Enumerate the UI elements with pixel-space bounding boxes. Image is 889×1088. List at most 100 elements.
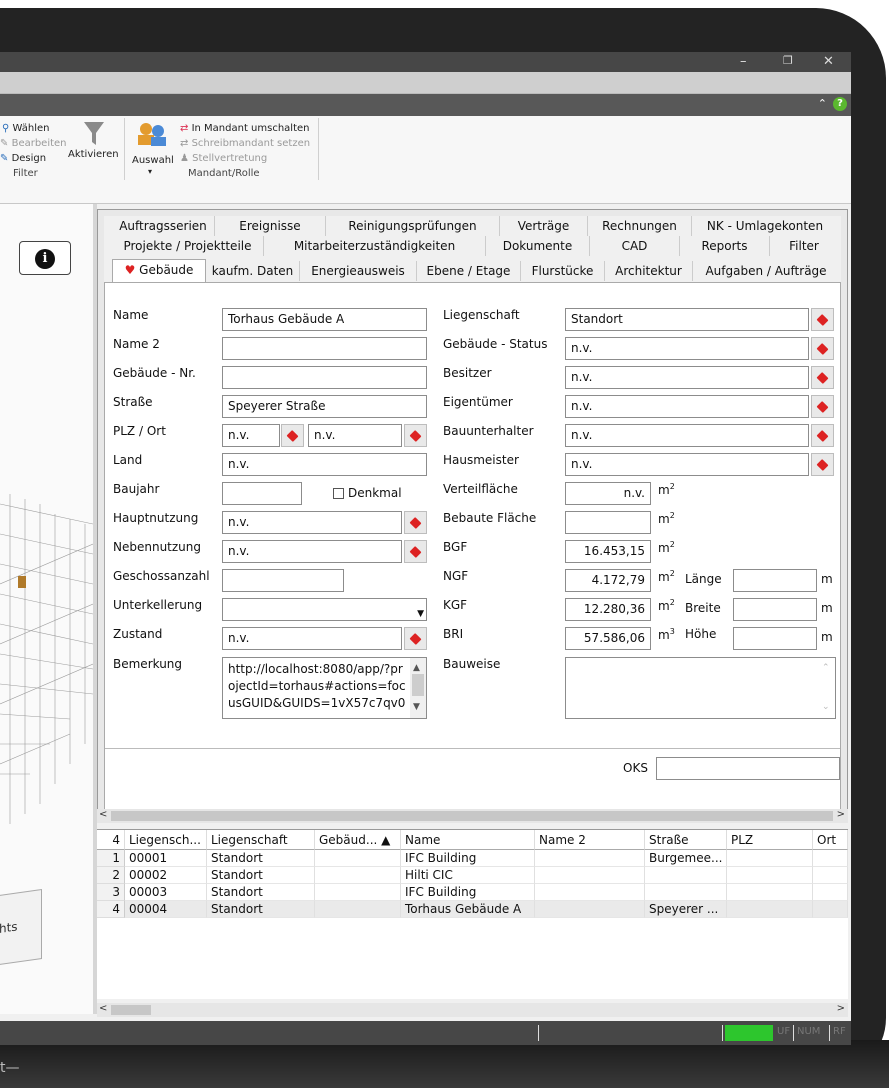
tab-dokumente[interactable]: Dokumente — [486, 236, 590, 256]
tab-kaufm-daten[interactable]: kaufm. Daten — [206, 261, 300, 281]
scroll-left-icon[interactable]: < — [99, 809, 107, 820]
table-cell[interactable] — [645, 884, 727, 901]
scroll-down-icon[interactable]: ▼ — [413, 699, 420, 716]
bemerkung-textarea[interactable]: http://localhost:8080/app/?projectId=tor… — [222, 657, 427, 719]
unterkellerung-select[interactable]: ▼ — [222, 598, 427, 621]
hausmeister-picker-icon[interactable] — [811, 453, 834, 476]
table-cell[interactable]: IFC Building — [401, 884, 535, 901]
column-header[interactable]: Liegenschaft — [207, 830, 315, 850]
hoehe-field[interactable] — [733, 627, 817, 650]
tab-rechnungen[interactable]: Rechnungen — [588, 216, 692, 236]
tab-flurstuecke[interactable]: Flurstücke — [521, 261, 605, 281]
zustand-picker-icon[interactable] — [404, 627, 427, 650]
scroll-up-icon[interactable]: ⌃ — [822, 660, 830, 677]
table-cell[interactable]: Standort — [207, 867, 315, 884]
table-cell[interactable] — [315, 901, 401, 918]
tab-mitarbeiterzustaendigkeiten[interactable]: Mitarbeiterzuständigkeiten — [264, 236, 486, 256]
column-header[interactable]: Name — [401, 830, 535, 850]
table-cell[interactable] — [645, 867, 727, 884]
aktivieren-button[interactable]: Aktivieren — [68, 149, 119, 160]
row-number[interactable]: 1 — [97, 850, 125, 867]
tab-projekte[interactable]: Projekte / Projektteile — [112, 236, 264, 256]
row-number[interactable]: 2 — [97, 867, 125, 884]
plz-picker-icon[interactable] — [281, 424, 304, 447]
waehlen-button[interactable]: ⚲ Wählen — [2, 123, 50, 134]
scroll-thumb[interactable] — [111, 811, 833, 821]
close-icon[interactable]: ✕ — [823, 54, 834, 69]
zustand-field[interactable]: n.v. — [222, 627, 402, 650]
tab-reinigungspruefungen[interactable]: Reinigungsprüfungen — [326, 216, 500, 236]
tab-architektur[interactable]: Architektur — [605, 261, 693, 281]
baujahr-field[interactable] — [222, 482, 302, 505]
ort-field[interactable]: n.v. — [308, 424, 402, 447]
tab-vertraege[interactable]: Verträge — [500, 216, 588, 236]
table-cell[interactable] — [727, 867, 813, 884]
strasse-field[interactable]: Speyerer Straße — [222, 395, 427, 418]
table-cell[interactable]: Hilti CIC — [401, 867, 535, 884]
collapse-ribbon-icon[interactable]: ⌃ — [818, 97, 827, 110]
table-cell[interactable]: 00004 — [125, 901, 207, 918]
gebaeude-nr-field[interactable] — [222, 366, 427, 389]
bri-field[interactable]: 57.586,06 — [565, 627, 651, 650]
table-cell[interactable] — [535, 884, 645, 901]
table-cell[interactable] — [727, 850, 813, 867]
tab-ereignisse[interactable]: Ereignisse — [215, 216, 326, 236]
tab-auftragsserien[interactable]: Auftragsserien — [112, 216, 215, 236]
tab-cad[interactable]: CAD — [590, 236, 680, 256]
table-cell[interactable] — [727, 901, 813, 918]
table-cell[interactable]: Burgemee... — [645, 850, 727, 867]
scroll-right-icon[interactable]: > — [837, 1003, 845, 1014]
column-header[interactable]: Ort — [813, 830, 848, 850]
plz-field[interactable]: n.v. — [222, 424, 280, 447]
tab-gebaeude[interactable]: ♥ Gebäude — [112, 259, 206, 282]
besitzer-picker-icon[interactable] — [811, 366, 834, 389]
tab-ebene-etage[interactable]: Ebene / Etage — [417, 261, 521, 281]
column-header[interactable]: Liegensch... — [125, 830, 207, 850]
viewer-3d[interactable]: i hts — [0, 204, 93, 1014]
breite-field[interactable] — [733, 598, 817, 621]
ort-picker-icon[interactable] — [404, 424, 427, 447]
table-cell[interactable] — [535, 850, 645, 867]
auswahl-button[interactable]: Auswahl — [132, 155, 174, 166]
bemerkung-scrollbar[interactable]: ▲ ▼ — [410, 658, 426, 718]
column-header[interactable]: Gebäud... ▲ — [315, 830, 401, 850]
table-cell[interactable] — [813, 901, 848, 918]
table-cell[interactable]: 00003 — [125, 884, 207, 901]
tab-nk-umlagekonten[interactable]: NK - Umlagekonten — [692, 216, 838, 236]
table-cell[interactable] — [727, 884, 813, 901]
stellvertretung-button[interactable]: ♟ Stellvertretung — [180, 153, 267, 164]
laenge-field[interactable] — [733, 569, 817, 592]
column-header[interactable]: PLZ — [727, 830, 813, 850]
in-mandant-button[interactable]: ⇄ In Mandant umschalten — [180, 123, 310, 134]
tab-aufgaben[interactable]: Aufgaben / Aufträge — [693, 261, 839, 281]
column-header[interactable]: Name 2 — [535, 830, 645, 850]
scroll-right-icon[interactable]: > — [837, 809, 845, 820]
bauweise-textarea[interactable]: ⌃ ⌄ — [565, 657, 836, 719]
scroll-left-icon[interactable]: < — [99, 1003, 107, 1014]
status-picker-icon[interactable] — [811, 337, 834, 360]
table-cell[interactable]: 00001 — [125, 850, 207, 867]
bauunterhalter-picker-icon[interactable] — [811, 424, 834, 447]
scroll-thumb[interactable] — [412, 674, 424, 696]
table-cell[interactable] — [315, 884, 401, 901]
minimize-icon[interactable]: – — [740, 54, 747, 69]
table-cell[interactable]: Speyerer ... — [645, 901, 727, 918]
table-cell[interactable] — [315, 850, 401, 867]
eigentuemer-picker-icon[interactable] — [811, 395, 834, 418]
hausmeister-field[interactable]: n.v. — [565, 453, 809, 476]
row-number[interactable]: 3 — [97, 884, 125, 901]
name2-field[interactable] — [222, 337, 427, 360]
scroll-thumb[interactable] — [111, 1005, 151, 1015]
name-field[interactable]: Torhaus Gebäude A — [222, 308, 427, 331]
besitzer-field[interactable]: n.v. — [565, 366, 809, 389]
table-cell[interactable]: Standort — [207, 901, 315, 918]
design-button[interactable]: ✎ Design — [0, 153, 46, 164]
bebaute-flaeche-field[interactable] — [565, 511, 651, 534]
column-header[interactable]: Straße — [645, 830, 727, 850]
table-cell[interactable] — [535, 867, 645, 884]
hauptnutzung-field[interactable]: n.v. — [222, 511, 402, 534]
restore-icon[interactable]: ❐ — [783, 54, 793, 67]
auswahl-dropdown-icon[interactable]: ▾ — [148, 167, 152, 176]
bearbeiten-button[interactable]: ✎ Bearbeiten — [0, 138, 67, 149]
ngf-field[interactable]: 4.172,79 — [565, 569, 651, 592]
